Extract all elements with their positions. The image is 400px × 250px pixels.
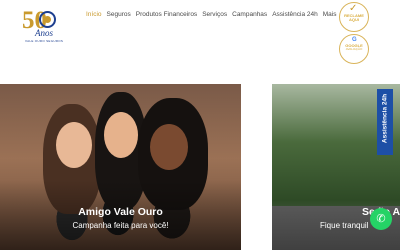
card-title: Amigo Vale Ouro <box>78 206 163 218</box>
google-badge-sub: AVALIAÇÃO <box>345 47 363 51</box>
photo-face-right <box>150 124 188 170</box>
photo-face-left <box>56 122 92 168</box>
nav-item-servicos[interactable]: Serviços <box>202 11 227 18</box>
whatsapp-icon: ✆ <box>376 212 386 225</box>
nav-item-mais[interactable]: Mais <box>323 11 337 18</box>
nav-item-produtos-financeiros[interactable]: Produtos Financeiros <box>136 11 197 18</box>
nav-item-seguros[interactable]: Seguros <box>107 11 131 18</box>
nav-item-campanhas[interactable]: Campanhas <box>232 11 267 18</box>
campaign-card-amigo[interactable]: Amigo Vale Ouro Campanha feita para você… <box>0 84 241 250</box>
google-rating-badge[interactable]: G GOOGLE AVALIAÇÃO <box>339 34 369 64</box>
nav-item-inicio[interactable]: Início <box>86 11 102 18</box>
assistencia-24h-tab[interactable]: Assistência 24h <box>377 89 393 155</box>
nav-item-assistencia[interactable]: Assistência 24h <box>272 11 318 18</box>
logo[interactable]: 50 Anos VALE OURO SEGUROS <box>22 8 64 43</box>
assistencia-tab-label: Assistência 24h <box>381 93 389 144</box>
logo-tagline: VALE OURO SEGUROS <box>25 39 64 43</box>
check-icon: ✓ <box>349 3 358 14</box>
site-header: 50 Anos VALE OURO SEGUROS Início Seguros… <box>0 0 400 70</box>
card-subtitle: Fique tranquil <box>320 221 369 230</box>
reclame-aqui-badge[interactable]: ✓ RECLAME AQUI <box>339 2 369 32</box>
google-icon: G <box>352 37 357 43</box>
logo-ring-icon <box>39 11 56 28</box>
logo-word: Anos <box>35 28 53 38</box>
photo-face-center <box>104 112 138 158</box>
reclame-badge-label: RECLAME AQUI <box>344 13 364 22</box>
main-nav: Início Seguros Produtos Financeiros Serv… <box>86 11 336 18</box>
whatsapp-button[interactable]: ✆ <box>370 208 392 230</box>
card-subtitle: Campanha feita para você! <box>72 221 169 230</box>
